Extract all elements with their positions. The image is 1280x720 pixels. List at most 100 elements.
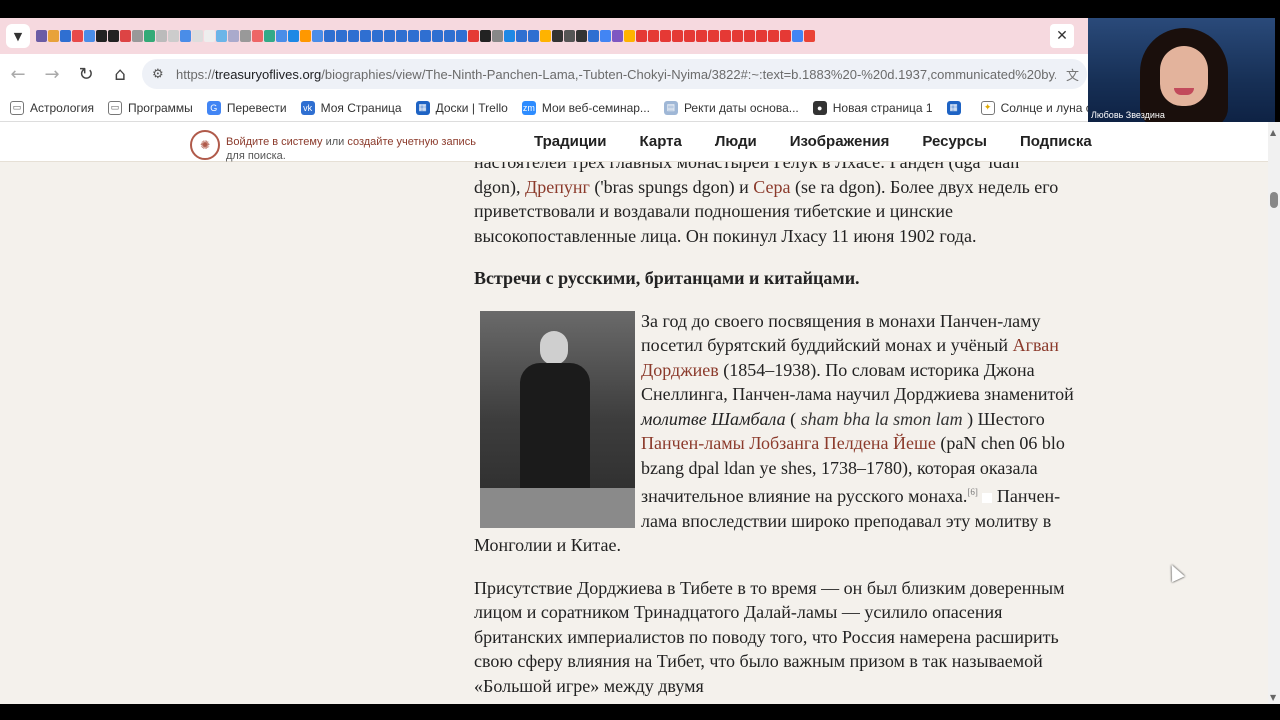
tab-favicon-icon[interactable] [792,30,803,42]
tab-favicon-icon[interactable] [228,30,239,42]
tab-favicon-icon[interactable] [552,30,563,42]
tab-favicon-icon[interactable] [492,30,503,42]
tab-favicon-icon[interactable] [696,30,707,42]
nav-images[interactable]: Изображения [790,133,890,150]
tab-favicon-icon[interactable] [588,30,599,42]
page-scrollbar[interactable]: ▲ ▼ [1268,122,1280,704]
tab-favicon-icon[interactable] [444,30,455,42]
tab-favicon-icon[interactable] [720,30,731,42]
back-arrow-icon[interactable]: ← [2,58,34,90]
reload-icon[interactable]: ↻ [70,58,102,90]
home-icon[interactable]: ⌂ [104,58,136,90]
tab-favicon-icon[interactable] [396,30,407,42]
tab-favicon-icon[interactable] [276,30,287,42]
tab-favicon-icon[interactable] [684,30,695,42]
tab-favicon-icon[interactable] [384,30,395,42]
tab-favicon-icon[interactable] [576,30,587,42]
tab-favicon-icon[interactable] [264,30,275,42]
tab-favicon-icon[interactable] [120,30,131,42]
nav-resources[interactable]: Ресурсы [922,133,987,150]
tab-favicon-icon[interactable] [324,30,335,42]
tab-favicon-icon[interactable] [300,30,311,42]
close-tab-icon[interactable]: ✕ [1050,24,1074,48]
tab-favicon-icon[interactable] [144,30,155,42]
tab-favicon-icon[interactable] [480,30,491,42]
translate-icon[interactable]: 文 [1066,65,1079,84]
tab-search-chevron-icon[interactable]: ▼ [6,24,30,48]
bookmark-item[interactable]: ▦ Доски | Trello [415,100,508,115]
tab-favicon-icon[interactable] [360,30,371,42]
tab-favicon-icon[interactable] [708,30,719,42]
tab-favicon-icon[interactable] [420,30,431,42]
url-text[interactable]: https://treasuryoflives.org/biographies/… [176,67,1056,82]
tab-favicon-icon[interactable] [432,30,443,42]
tab-favicon-icon[interactable] [84,30,95,42]
bookmark-item[interactable]: zm Мои веб-семинар... [521,100,650,115]
tab-favicon-icon[interactable] [96,30,107,42]
tab-favicon-icon[interactable] [624,30,635,42]
tab-favicon-icon[interactable] [456,30,467,42]
tab-favicon-icon[interactable] [348,30,359,42]
tab-favicon-icon[interactable] [780,30,791,42]
tab-favicon-icon[interactable] [408,30,419,42]
bookmark-item[interactable]: vk Моя Страница [300,100,402,115]
tab-favicon-icon[interactable] [216,30,227,42]
scroll-down-arrow-icon[interactable]: ▼ [1270,693,1276,702]
tab-favicon-icon[interactable] [612,30,623,42]
tab-favicon-icon[interactable] [636,30,647,42]
tab-favicon-icon[interactable] [804,30,815,42]
bookmark-item[interactable]: ▦ [946,100,967,115]
footnote-6[interactable]: [6] [967,487,978,497]
tab-favicon-icon[interactable] [528,30,539,42]
tab-favicon-icon[interactable] [168,30,179,42]
signup-link[interactable]: создайте учетную запись [347,136,476,148]
forward-arrow-icon[interactable]: → [36,58,68,90]
link-sixth-panchen-lama[interactable]: Панчен-ламы Лобзанга Пелдена Йеше [641,433,936,453]
tab-favicon-icon[interactable] [240,30,251,42]
nav-subscription[interactable]: Подписка [1020,133,1092,150]
nav-traditions[interactable]: Традиции [534,133,607,150]
tab-favicon-icon[interactable] [660,30,671,42]
tab-favicon-icon[interactable] [648,30,659,42]
tab-favicon-icon[interactable] [516,30,527,42]
tab-favicon-icon[interactable] [756,30,767,42]
tab-favicon-icon[interactable] [504,30,515,42]
bookmark-item[interactable]: ▭ Программы [107,100,193,115]
tab-favicon-icon[interactable] [336,30,347,42]
tab-favicon-icon[interactable] [60,30,71,42]
link-sera[interactable]: Сера [753,177,790,197]
tab-favicon-icon[interactable] [564,30,575,42]
tab-favicon-icon[interactable] [192,30,203,42]
scroll-thumb[interactable] [1270,192,1278,208]
portrait-photo[interactable] [480,310,635,528]
tab-favicon-icon[interactable] [180,30,191,42]
tab-favicon-icon[interactable] [132,30,143,42]
tab-favicon-icon[interactable] [72,30,83,42]
address-bar[interactable]: ⚙ https://treasuryoflives.org/biographie… [142,59,1087,89]
login-link[interactable]: Войдите в систему [226,136,323,148]
scroll-up-arrow-icon[interactable]: ▲ [1270,128,1276,137]
bookmark-item[interactable]: ▭ Астрология [10,100,94,115]
tab-favicon-icon[interactable] [108,30,119,42]
site-info-icon[interactable]: ⚙ [152,67,176,82]
tab-favicon-icon[interactable] [540,30,551,42]
nav-map[interactable]: Карта [640,133,682,150]
tab-favicon-icon[interactable] [48,30,59,42]
bookmark-item[interactable]: G Перевести [206,100,287,115]
tab-favicon-icon[interactable] [672,30,683,42]
tab-favicon-icon[interactable] [468,30,479,42]
tab-favicon-icon[interactable] [732,30,743,42]
tab-favicon-icon[interactable] [372,30,383,42]
tab-favicon-icon[interactable] [768,30,779,42]
tab-favicon-icon[interactable] [36,30,47,42]
tab-favicon-icon[interactable] [600,30,611,42]
nav-people[interactable]: Люди [715,133,757,150]
site-logo-icon[interactable]: ✺ [190,130,220,160]
tab-favicon-icon[interactable] [288,30,299,42]
tab-favicon-icon[interactable] [156,30,167,42]
tab-favicon-icon[interactable] [204,30,215,42]
tab-favicon-icon[interactable] [312,30,323,42]
link-drepung[interactable]: Дрепунг [525,177,590,197]
bookmark-item[interactable]: ▤ Ректи даты основа... [663,100,799,115]
bookmark-item[interactable]: ● Новая страница 1 [812,100,933,115]
